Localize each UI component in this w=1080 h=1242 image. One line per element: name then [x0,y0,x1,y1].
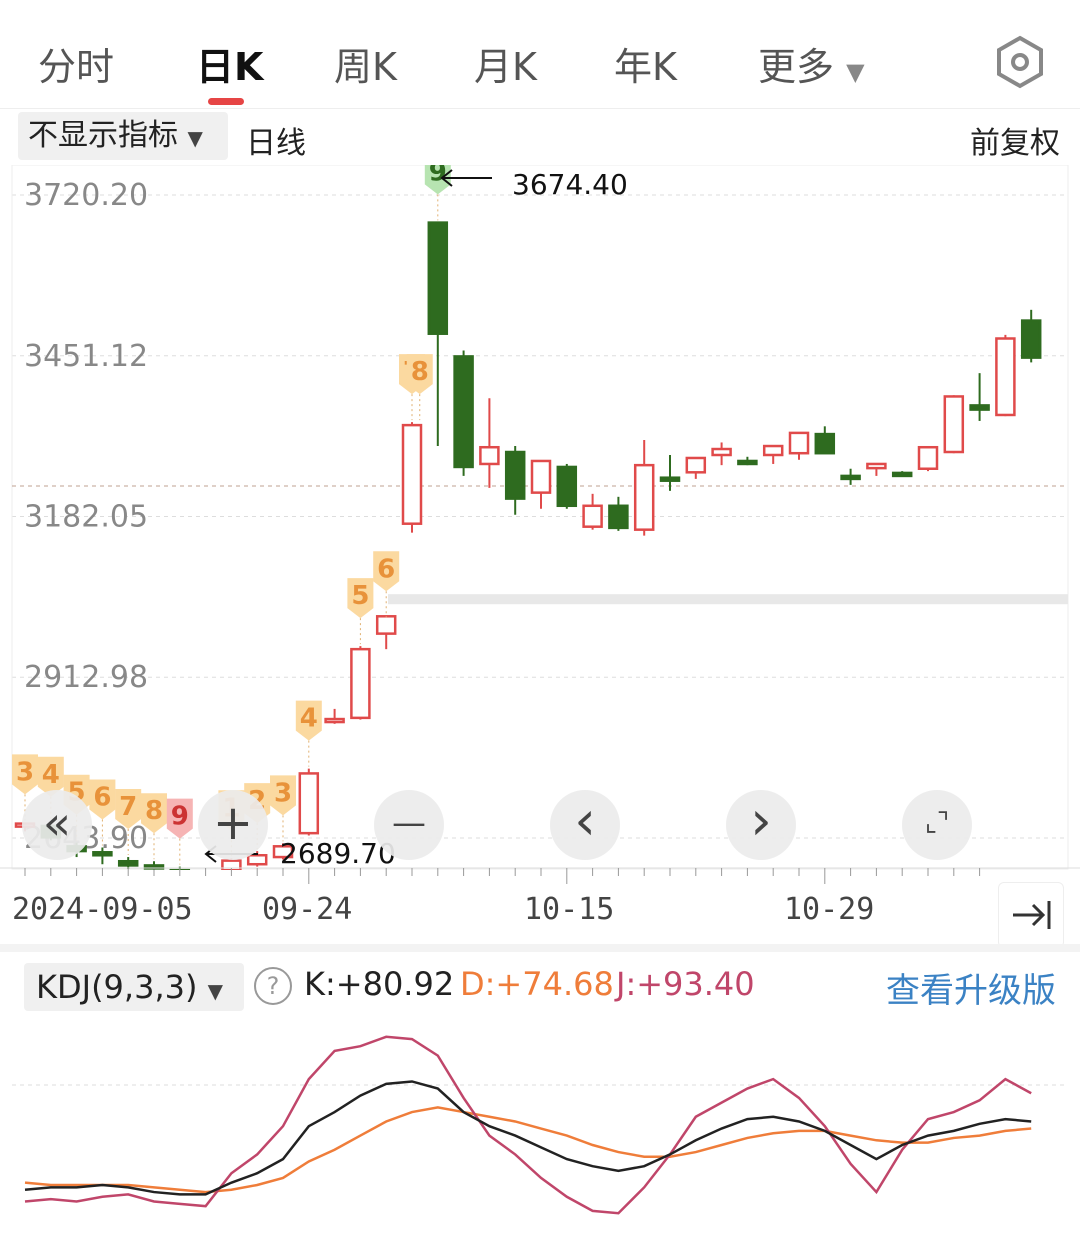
next-icon: › [750,789,772,852]
help-icon[interactable]: ? [254,967,292,1005]
candle-body [556,465,578,508]
td-marker-number: 4 [42,760,60,790]
zoom-in-icon: + [212,795,254,851]
kdj-dropdown-label: KDJ(9,3,3) [36,968,198,1006]
high-value-label: 3674.40 [512,168,628,201]
x-label-1029: 10-29 [784,892,875,927]
caret-down-icon: ▼ [207,979,224,1003]
td-marker-number: 3 [16,757,34,787]
candle-body [891,471,913,478]
tab-weekly-k[interactable]: 周K [334,36,397,91]
tab-yearly-k[interactable]: 年K [614,36,677,91]
kdj-dropdown[interactable]: KDJ(9,3,3) ▼ [24,963,244,1011]
y-tick-label: 2912.98 [24,660,148,695]
y-tick-label: 3182.05 [24,500,148,535]
section-divider [0,944,1080,952]
candle-body [375,615,397,635]
candle-body [1020,319,1042,359]
j-value: J:+93.40 [616,965,755,1003]
y-tick-label: 3720.20 [24,178,148,213]
td-marker-number: 6 [377,554,395,584]
candle-body [737,459,758,466]
caret-down-icon: ▼ [846,58,865,86]
candle-body [298,772,320,835]
fullscreen-button[interactable]: ⌞⌝ [902,790,972,860]
double-left-icon: « [42,796,72,850]
tab-more[interactable]: 更多 ▼ [758,36,865,91]
td-marker-number: 7 [119,792,137,822]
td-marker-number: 5 [351,581,369,611]
indicator-bar: 不显示指标 ▼ 日线 前复权 [0,112,1080,164]
candle-body [92,851,113,857]
gap-band [388,594,1068,605]
candle-body [530,459,552,494]
x-label-0924: 09-24 [262,892,353,927]
candle-body [427,221,449,335]
candles-layer [14,221,1042,870]
prev-icon: ‹ [574,789,596,852]
candle-body [685,456,707,474]
candle-body [633,463,655,531]
active-tab-indicator [208,98,244,105]
fullscreen-icon: ⌞⌝ [924,808,950,838]
candle-body [969,404,990,411]
x-label-1015: 10-15 [524,892,615,927]
candle-body [788,431,810,455]
candle-body [324,717,345,724]
candle-body [711,447,732,457]
zoom-out-icon: — [392,803,426,843]
td-marker-number: 3 [274,778,292,808]
kdj-chart [12,1035,1068,1215]
jump-to-latest-button[interactable] [998,882,1064,948]
candle-body [479,445,500,466]
candle-body [943,395,965,454]
candle-body [401,423,423,525]
adjust-type[interactable]: 前复权 [970,118,1060,162]
k-value: K:+80.92 [304,965,455,1003]
y-tick-label: 3451.12 [24,339,148,374]
candle-body [504,450,526,500]
jump-to-end-icon [1013,901,1051,929]
tab-more-label: 更多 [758,45,835,89]
indicator-dropdown-label: 不显示指标 [28,118,178,153]
tab-monthly-k[interactable]: 月K [474,36,537,91]
candle-body [608,504,629,530]
candle-body [995,337,1016,417]
indicator-dropdown[interactable]: 不显示指标 ▼ [18,112,228,160]
tab-timeshare[interactable]: 分时 [38,36,114,91]
kdj-header: KDJ(9,3,3) ▼ ? K:+80.92 D:+74.68 J:+93.4… [0,955,1080,1015]
d-value: D:+74.68 [460,965,614,1003]
candle-body [762,444,784,457]
kdj-k-line [24,1080,1032,1196]
candle-body [350,647,371,720]
td-marker-number: 4 [300,704,318,734]
x-label-start: 2024-09-05 [12,892,193,927]
zoom-in-button[interactable]: + [198,790,268,860]
kdj-d-line [24,1106,1032,1194]
chart-grid [11,165,1069,870]
candle-body [840,474,861,481]
prev-button[interactable]: ‹ [550,790,620,860]
y-axis-labels: 3720.203451.123182.052912.982643.90 [24,178,148,856]
candle-body [917,445,939,470]
zoom-out-button[interactable]: — [374,790,444,860]
td-marker-number: 6 [93,782,111,812]
period-label: 日线 [246,126,306,161]
candle-body [814,432,836,455]
scroll-far-left-button[interactable]: « [22,790,92,860]
hexagon-gear-icon[interactable] [990,32,1050,92]
period-tabbar: 分时 日K 周K 月K 年K 更多 ▼ [0,0,1080,109]
candle-body [453,355,474,469]
td-marker-number: 9 [171,802,189,832]
candle-body [582,504,603,528]
tab-daily-k[interactable]: 日K [196,36,263,91]
next-button[interactable]: › [726,790,796,860]
candlestick-chart[interactable]: 3720.203451.123182.052912.982643.90 3456… [0,165,1080,870]
td-marker-number: 8 [411,357,429,387]
td-marker-number: 8 [145,796,163,826]
caret-down-icon: ▼ [187,126,203,150]
upgrade-link[interactable]: 查看升级版 [886,963,1056,1012]
candle-body [659,476,681,482]
candle-body [866,462,887,470]
